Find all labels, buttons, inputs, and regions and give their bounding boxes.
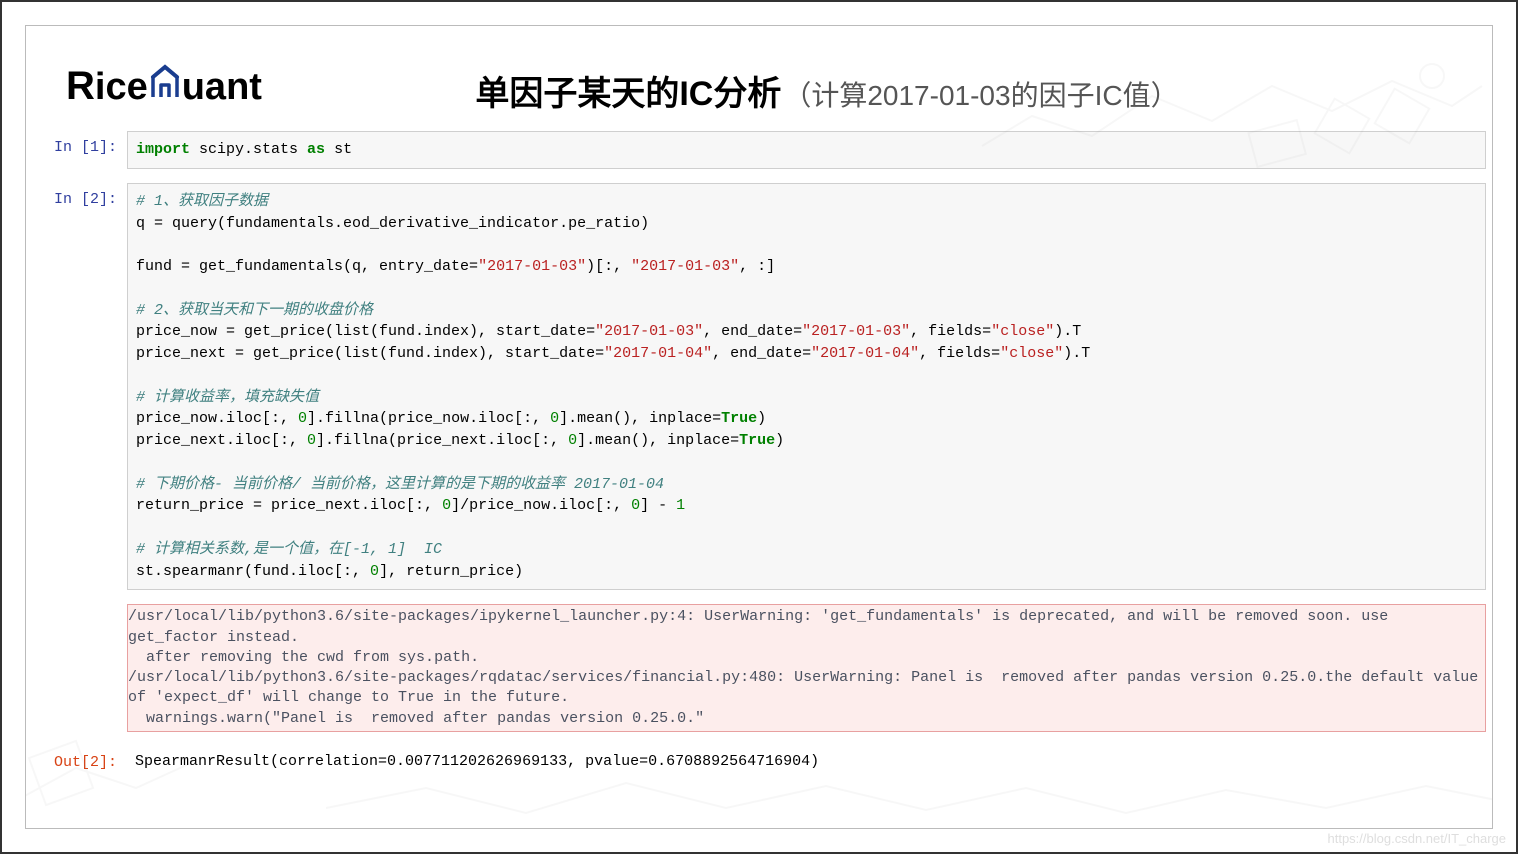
logo-r: R — [66, 66, 95, 106]
code-cell-2: In [2]: # 1、获取因子数据 q = query(fundamental… — [32, 183, 1486, 591]
warning-output: /usr/local/lib/python3.6/site-packages/i… — [127, 604, 1486, 732]
result-output: SpearmanrResult(correlation=0.0077112026… — [127, 746, 1486, 778]
in-prompt-1: In [1]: — [32, 131, 127, 169]
code-cell-1: In [1]: import scipy.stats as st — [32, 131, 1486, 169]
logo-house-icon — [149, 63, 181, 99]
warn-prompt-spacer — [32, 604, 127, 742]
out-prompt-2: Out[2]: — [32, 746, 127, 778]
page-title: 单因子某天的IC分析（计算2017-01-03的因子IC值） — [202, 54, 1452, 115]
in-prompt-2: In [2]: — [32, 183, 127, 591]
code-input-1[interactable]: import scipy.stats as st — [127, 131, 1486, 169]
code-input-2[interactable]: # 1、获取因子数据 q = query(fundamentals.eod_de… — [127, 183, 1486, 591]
title-main: 单因子某天的IC分析 — [475, 75, 781, 113]
slide-frame: Riceuant 单因子某天的IC分析（计算2017-01-03的因子IC值） … — [25, 25, 1493, 829]
output-result-row: Out[2]: SpearmanrResult(correlation=0.00… — [32, 746, 1486, 778]
output-warning-row: /usr/local/lib/python3.6/site-packages/i… — [32, 604, 1486, 742]
notebook-area: In [1]: import scipy.stats as st In [2]:… — [26, 125, 1492, 798]
title-sub: （计算2017-01-03的因子IC值） — [783, 80, 1178, 111]
csdn-watermark: https://blog.csdn.net/IT_charge — [1328, 831, 1507, 846]
logo-ice: ice — [95, 68, 148, 106]
